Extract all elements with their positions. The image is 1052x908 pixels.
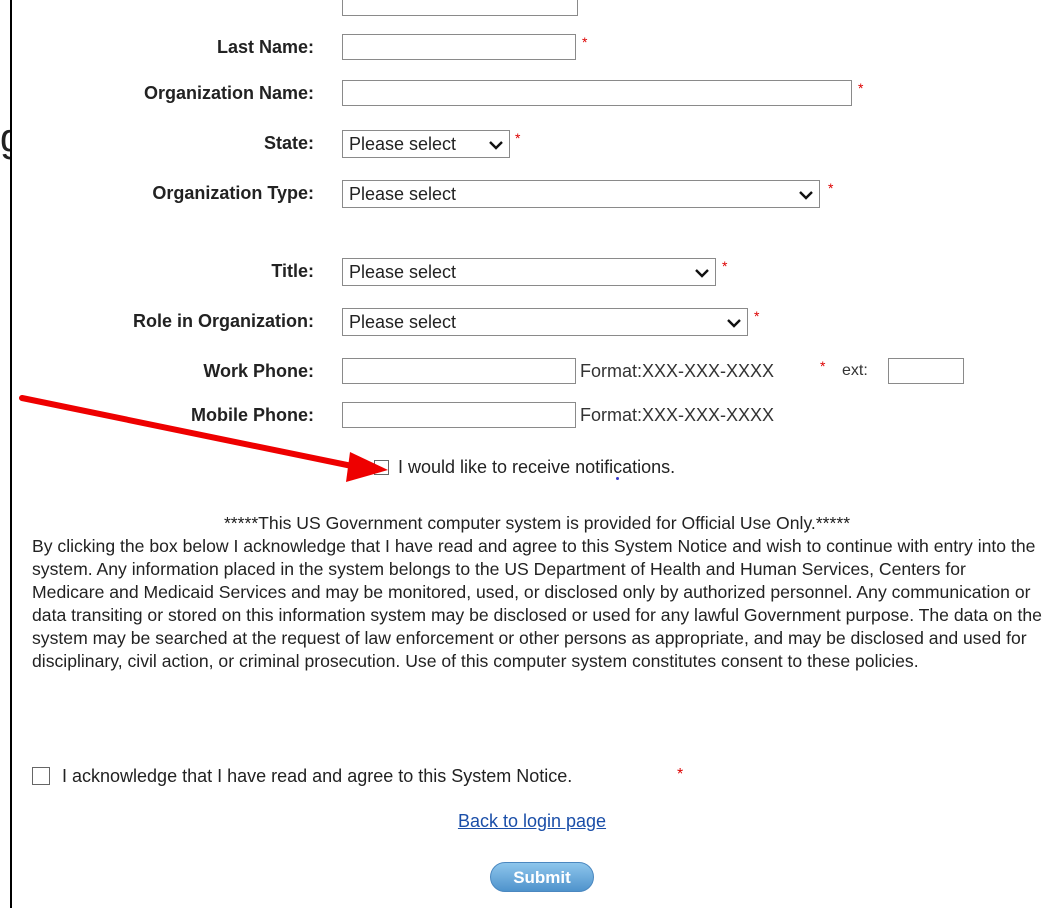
state-select[interactable]: Please select [342, 130, 510, 158]
title-label: Title: [271, 261, 314, 281]
work-phone-input[interactable] [342, 358, 576, 384]
state-row: State: Please select * [12, 128, 1052, 158]
org-type-row: Organization Type: Please select * [12, 178, 1052, 208]
state-selected-value: Please select [349, 134, 457, 154]
work-phone-format-hint: Format:XXX-XXX-XXXX [580, 361, 775, 381]
state-label: State: [263, 133, 314, 153]
required-marker: * [820, 358, 826, 374]
title-row: Title: Please select * [12, 256, 1052, 286]
ext-input[interactable] [888, 358, 964, 384]
registration-form-panel: Last Name: * Organization Name: * State:… [10, 0, 1050, 908]
last-name-input[interactable] [342, 34, 576, 60]
title-selected-value: Please select [349, 262, 457, 282]
work-phone-label: Work Phone: [203, 361, 314, 381]
chevron-down-icon [727, 309, 741, 335]
required-marker: * [515, 130, 521, 146]
notifications-checkbox[interactable] [374, 460, 389, 475]
role-selected-value: Please select [349, 312, 457, 332]
org-type-selected-value: Please select [349, 184, 457, 204]
chevron-down-icon [489, 131, 503, 157]
back-link-container: Back to login page [12, 808, 1052, 834]
org-name-row: Organization Name: * [12, 78, 1052, 108]
last-name-label: Last Name: [216, 37, 314, 57]
required-marker: * [858, 80, 864, 96]
last-name-row: Last Name: * [12, 32, 1052, 62]
mobile-phone-input[interactable] [342, 402, 576, 428]
mobile-phone-row: Mobile Phone: Format:XXX-XXX-XXXX [12, 400, 1052, 430]
work-phone-row: Work Phone: Format:XXX-XXX-XXXX * ext: [12, 356, 1052, 386]
title-select[interactable]: Please select [342, 258, 716, 286]
system-notice-heading: *****This US Government computer system … [223, 513, 851, 533]
chevron-down-icon [695, 259, 709, 285]
submit-button[interactable]: Submit [490, 862, 594, 892]
required-marker: * [722, 258, 728, 274]
back-to-login-link[interactable]: Back to login page [458, 811, 606, 831]
required-marker: * [677, 766, 684, 783]
org-type-label: Organization Type: [152, 183, 314, 203]
role-row: Role in Organization: Please select * [12, 306, 1052, 336]
mobile-phone-format-hint: Format:XXX-XXX-XXXX [580, 405, 775, 425]
required-marker: * [754, 308, 760, 324]
cropped-first-name-input[interactable] [342, 0, 578, 16]
system-notice: *****This US Government computer system … [32, 512, 1042, 673]
ext-label: ext: [842, 362, 868, 379]
notifications-label: I would like to receive notifications. [398, 457, 676, 477]
org-name-input[interactable] [342, 80, 852, 106]
org-name-label: Organization Name: [143, 83, 314, 103]
mobile-phone-label: Mobile Phone: [191, 405, 314, 425]
org-type-select[interactable]: Please select [342, 180, 820, 208]
role-label: Role in Organization: [132, 311, 314, 331]
required-marker: * [582, 34, 588, 50]
acknowledge-checkbox[interactable] [32, 767, 50, 785]
system-notice-body: By clicking the box below I acknowledge … [32, 536, 1042, 671]
acknowledge-label: I acknowledge that I have read and agree… [62, 766, 573, 786]
chevron-down-icon [799, 181, 813, 207]
cursor-dot [616, 477, 619, 480]
role-select[interactable]: Please select [342, 308, 748, 336]
required-marker: * [828, 180, 834, 196]
